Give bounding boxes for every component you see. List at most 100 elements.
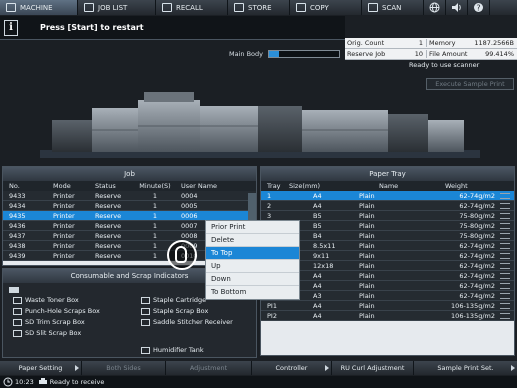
paper-stack-icon <box>498 222 512 229</box>
paper-stack-icon <box>498 232 512 239</box>
hand-icon <box>175 246 187 263</box>
volume-button[interactable] <box>446 0 468 15</box>
menu-item-up[interactable]: Up <box>206 260 299 273</box>
col-user-name: User Name <box>181 182 218 190</box>
main-body-gauge-fill <box>269 51 279 57</box>
svg-text:?: ? <box>476 3 480 12</box>
clock-icon <box>3 377 13 387</box>
sample-print-set-button[interactable]: Sample Print Set. <box>414 361 517 375</box>
machine-illustration <box>40 92 480 158</box>
paper-stack-icon <box>498 282 512 289</box>
help-icon: ? <box>474 3 483 12</box>
file-amount-value: 99.414% <box>485 50 514 58</box>
paper-stack-icon <box>498 262 512 269</box>
globe-button[interactable] <box>424 0 446 15</box>
memory-label: Memory <box>429 39 456 47</box>
paper-stack-icon <box>498 312 512 319</box>
controller-button[interactable]: Controller <box>252 361 332 375</box>
job-panel-title: Job <box>3 167 256 181</box>
waste-toner-icon <box>13 296 22 304</box>
col-status: Status <box>95 182 116 190</box>
punch-hole-scraps-box: Punch-Hole Scraps Box <box>13 307 100 315</box>
arrow-icon <box>511 365 515 371</box>
tray-row[interactable]: PI1 A4 Plain 106-135g/m2 <box>261 301 514 311</box>
job-row[interactable]: 9433 Printer Reserve 1 0004 <box>3 191 256 201</box>
copy-icon <box>296 3 306 12</box>
menu-item-to-bottom[interactable]: To Bottom <box>206 286 299 299</box>
tray-row[interactable]: PI2 A4 Plain 106-135g/m2 <box>261 311 514 321</box>
col-size: Size(mm) <box>289 182 321 190</box>
arrow-icon <box>75 365 79 371</box>
saddle-stitcher-icon <box>141 318 150 326</box>
tab-recall[interactable]: RECALL <box>156 0 228 15</box>
top-tab-bar: MACHINE JOB LIST RECALL STORE COPY SCAN … <box>0 0 517 15</box>
message-text: Press [Start] to restart <box>40 23 144 32</box>
job-row[interactable]: 9434 Printer Reserve 1 0005 <box>3 201 256 211</box>
speaker-icon <box>452 3 461 12</box>
ready-status: Ready to use scanner <box>409 61 480 69</box>
saddle-stitcher-receiver: Saddle Stitcher Receiver <box>141 318 233 326</box>
staple-scrap-icon <box>141 307 150 315</box>
menu-item-to-top[interactable]: To Top <box>206 247 299 260</box>
sd-slit-scrap-box: SD Slit Scrap Box <box>13 329 81 337</box>
tray-row-selected[interactable]: 1 A4 Plain 62-74g/m2 <box>261 191 514 201</box>
orig-count-value: 1 <box>397 39 427 47</box>
menu-item-down[interactable]: Down <box>206 273 299 286</box>
job-context-menu: Prior Print Delete To Top Up Down To Bot… <box>205 220 300 300</box>
paper-stack-icon <box>498 252 512 259</box>
col-minutes: Minute(S) <box>139 182 171 190</box>
slit-scrap-icon <box>13 329 22 337</box>
ru-curl-adjustment-button[interactable]: RU Curl Adjustment <box>332 361 414 375</box>
both-sides-button[interactable]: Both Sides <box>82 361 166 375</box>
reserve-job-label: Reserve Job <box>347 50 386 58</box>
paper-setting-button[interactable]: Paper Setting <box>0 361 82 375</box>
staple-scrap-box: Staple Scrap Box <box>141 307 208 315</box>
menu-item-delete[interactable]: Delete <box>206 234 299 247</box>
col-weight: Weight <box>445 182 468 190</box>
paper-stack-icon <box>498 202 512 209</box>
menu-item-prior-print[interactable]: Prior Print <box>206 221 299 234</box>
waste-toner-box: Waste Toner Box <box>13 296 79 304</box>
paper-tray-title: Paper Tray <box>261 167 514 181</box>
store-icon <box>234 3 244 12</box>
help-button[interactable]: ? <box>468 0 490 15</box>
staple-cartridge-icon <box>141 296 150 304</box>
paper-stack-icon <box>498 242 512 249</box>
job-list-icon <box>84 3 94 12</box>
paper-stack-icon <box>498 272 512 279</box>
job-table-header: No. Mode Status Minute(S) User Name <box>3 181 256 191</box>
tab-store[interactable]: STORE <box>228 0 290 15</box>
adjustment-button[interactable]: Adjustment <box>166 361 252 375</box>
tray-row[interactable]: 2 A4 Plain 62-74g/m2 <box>261 201 514 211</box>
paper-stack-icon <box>498 302 512 309</box>
col-tray: Tray <box>267 182 281 190</box>
memory-value: 1187.2566B <box>474 39 514 47</box>
file-amount-label: File Amount <box>429 50 468 58</box>
tab-scan[interactable]: SCAN <box>362 0 424 15</box>
machine-icon <box>6 3 16 12</box>
globe-icon <box>429 2 440 13</box>
status-text: Ready to receive <box>49 378 105 386</box>
orig-count-label: Orig. Count <box>347 39 385 47</box>
staple-cartridge: Staple Cartridge <box>141 296 206 304</box>
humidifier-tank: Humidifier Tank <box>141 346 204 354</box>
paper-stack-icon <box>498 292 512 299</box>
scan-icon <box>368 3 378 12</box>
info-icon: i <box>4 20 18 36</box>
tab-copy[interactable]: COPY <box>290 0 362 15</box>
recall-icon <box>162 3 172 12</box>
status-table: Orig. Count 1 Memory 1187.2566B Reserve … <box>345 38 517 60</box>
paper-stack-icon <box>498 212 512 219</box>
bottom-function-bar: Paper Setting Both Sides Adjustment Cont… <box>0 361 517 375</box>
tab-machine[interactable]: MACHINE <box>0 0 78 15</box>
sd-trim-scrap-box: SD Trim Scrap Box <box>13 318 85 326</box>
col-mode: Mode <box>53 182 71 190</box>
reserve-job-value: 10 <box>397 50 427 58</box>
tab-job-list[interactable]: JOB LIST <box>78 0 156 15</box>
punch-hole-icon <box>13 307 22 315</box>
status-line: 10:23 Ready to receive <box>0 376 517 388</box>
paper-stack-icon <box>498 192 512 199</box>
trim-scrap-icon <box>13 318 22 326</box>
col-no: No. <box>9 182 20 190</box>
main-body-label: Main Body <box>229 50 263 58</box>
